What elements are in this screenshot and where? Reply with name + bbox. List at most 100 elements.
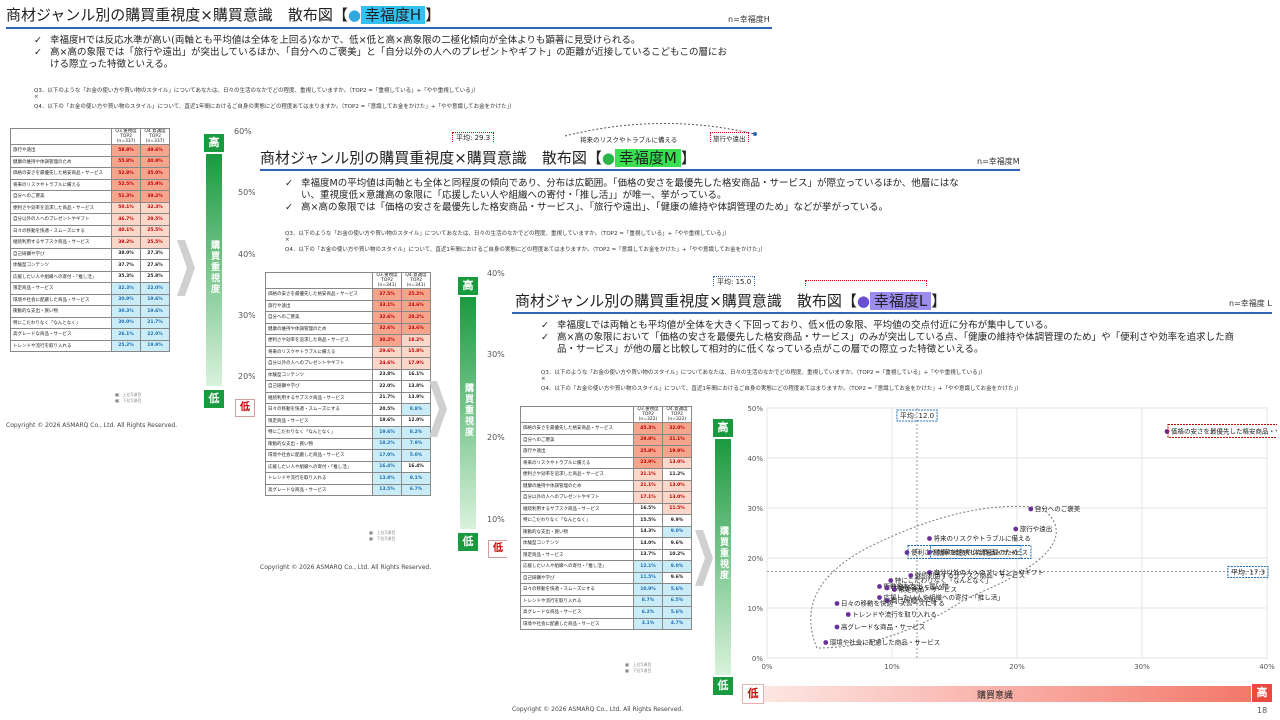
row-label: 応援したい人や組織への寄付・「推し活」 xyxy=(265,460,373,473)
importance-value: 51.3% xyxy=(111,190,141,203)
row-label: 環境や社会に配慮した商品・サービス xyxy=(10,293,112,306)
y-tick-label: 20% xyxy=(747,555,763,563)
q4-text: Q4．以下の「お金の使い方や買い物のスタイル」について、直近1年間におけるご自身… xyxy=(34,104,515,110)
row-label: 体験型コンテンツ xyxy=(520,537,634,550)
awareness-value: 11.2% xyxy=(662,468,692,481)
table-row: 日々の移動を快適・スムーズにする 20.5% 8.8% xyxy=(265,403,431,416)
data-label: 日々の移動を快適・スムーズにする xyxy=(841,599,945,608)
high-badge: 高 xyxy=(713,419,733,437)
table-row: 体験型コンテンツ 23.8% 16.1% xyxy=(265,368,431,381)
data-point xyxy=(823,640,829,645)
table-legend: ■：上位5項目 ■：下位5項目 xyxy=(625,662,652,673)
importance-label: 購買重視度 xyxy=(463,383,473,438)
table-header-cell xyxy=(10,128,112,145)
table-row: 自分へのご褒美 51.3% 39.2% xyxy=(10,190,170,203)
awareness-value: 19.6% xyxy=(140,305,170,318)
importance-value: 17.0% xyxy=(372,449,402,462)
row-label: 衝動的な支出・買い物 xyxy=(265,437,373,450)
table-row: 限定商品・サービス 13.7% 10.2% xyxy=(520,548,692,561)
importance-value: 45.3% xyxy=(633,422,663,435)
gray-arrow xyxy=(429,381,447,437)
awareness-value: 13.0% xyxy=(662,491,692,504)
copyright: Copyright © 2026 ASMARQ Co., Ltd. All Ri… xyxy=(512,706,684,713)
slide-l: 商材ジャンル別の購買重視度×購買意識 散布図【●幸福度L】 n=幸福度 L 幸福… xyxy=(507,286,1280,720)
copyright: Copyright © 2026 ASMARQ Co., Ltd. All Ri… xyxy=(260,564,432,571)
importance-value: 16.4% xyxy=(372,460,402,473)
table-header-cell: Q4.意識度 TOP2 (n=322) xyxy=(662,406,692,423)
table-row: 高グレードな商品・サービス 6.2% 5.6% xyxy=(520,606,692,619)
awareness-value: 32.3% xyxy=(140,201,170,214)
awareness-value: 49.6% xyxy=(140,144,170,157)
importance-value: 14.0% xyxy=(633,537,663,550)
table-row: 衝動的な支出・買い物 18.2% 7.9% xyxy=(265,437,431,450)
row-label: 価格の安さを最優先した格安商品・サービス xyxy=(10,167,112,180)
table-row: 価格の安さを最優先した格安商品・サービス 52.8% 35.0% xyxy=(10,167,170,180)
table-row: 継続利用するサブスク商品・サービス 21.7% 13.9% xyxy=(265,391,431,404)
importance-value: 32.3% xyxy=(111,282,141,295)
x-tick-label: 20% xyxy=(1009,663,1025,670)
table-header-cell: Q4.意識度 TOP2 (n=337) xyxy=(140,128,170,145)
table-row: 自己研鑽や学び 38.0% 27.3% xyxy=(10,247,170,260)
data-label: 環境や社会に配慮した商品・サービス xyxy=(830,638,941,647)
row-label: 高グレードな商品・サービス xyxy=(265,483,373,496)
scatter-chart: 50% 40% 30% 20% 10% 0%0% 10% 20% 30% 40% 平均: 12.0 平… xyxy=(747,405,1277,670)
row-label: 便利さや効率を追求した商品・サービス xyxy=(265,334,373,347)
y-average-label: 平均: 17.3 xyxy=(1231,568,1265,577)
importance-value: 32.6% xyxy=(372,311,402,324)
row-label: 価格の安さを最優先した格安商品・サービス xyxy=(265,288,373,301)
slide-l-table: Q3.重視度 TOP2 (n=322) Q4.意識度 TOP2 (n=322) 価格… xyxy=(520,406,692,630)
table-row: 自分以外の人へのプレゼントやギフト 24.6% 17.9% xyxy=(265,357,431,370)
importance-label: 購買重視度 xyxy=(209,240,219,295)
q4-text: Q4．以下の「お金の使い方や買い物のスタイル」について、直近1年間におけるご自身… xyxy=(285,247,766,253)
importance-value: 37.7% xyxy=(111,259,141,272)
row-label: 環境や社会に配慮した商品・サービス xyxy=(265,449,373,462)
data-label: 将来のリスクやトラブルに備える xyxy=(934,534,1031,543)
bullet-item: 高×高の象限において「価格の安さを最優先した格安商品・サービス」のみが突出してい… xyxy=(541,332,1246,356)
high-badge: 高 xyxy=(204,134,224,152)
awareness-value: 5.0% xyxy=(401,449,431,462)
row-label: 価格の安さを最優先した格安商品・サービス xyxy=(520,422,634,435)
peek-curve xyxy=(564,123,757,137)
y-tick: 40% xyxy=(487,269,505,278)
table-row: 応援したい人や組織への寄付・「推し活」 12.1% 9.0% xyxy=(520,560,692,573)
table-row: 継続利用するサブスク商品・サービス 16.5% 11.5% xyxy=(520,502,692,515)
table-row: 高グレードな商品・サービス 13.5% 6.7% xyxy=(265,483,431,496)
table-row: 便利さや効率を追求した商品・サービス 21.1% 11.2% xyxy=(520,468,692,481)
row-label: 将来のリスクやトラブルに備える xyxy=(520,456,634,469)
awareness-value: 25.2% xyxy=(401,288,431,301)
data-point xyxy=(904,550,910,555)
table-row: 健康の維持や体調管理のため 32.6% 24.6% xyxy=(265,322,431,335)
importance-value: 39.2% xyxy=(111,236,141,249)
data-point xyxy=(884,585,890,591)
table-row: 旅行や遠出 33.1% 24.6% xyxy=(265,299,431,312)
q3-text: Q3．以下のような「お金の使い方や買い物のスタイル」についてあなたは、日々の生活… xyxy=(541,370,986,376)
table-header-row: Q3.重視度 TOP2 (n=341) Q4.意識度 TOP2 (n=341) xyxy=(265,272,431,289)
title-highlight: 幸福度M xyxy=(614,149,681,167)
awareness-value: 15.8% xyxy=(401,345,431,358)
table-row: 限定商品・サービス 32.3% 22.0% xyxy=(10,282,170,295)
table-row: 自分以外の人へのプレゼントやギフト 17.1% 13.0% xyxy=(520,491,692,504)
title-highlight: 幸福度H xyxy=(360,6,426,24)
row-label: 自分以外の人へのプレゼントやギフト xyxy=(520,491,634,504)
table-row: 健康の維持や体調管理のため 55.8% 40.9% xyxy=(10,155,170,168)
awareness-value: 22.0% xyxy=(140,328,170,341)
awareness-value: 29.5% xyxy=(140,213,170,226)
importance-value: 10.9% xyxy=(633,583,663,596)
row-label: 自分へのご褒美 xyxy=(265,311,373,324)
row-label: 自己研鑽や学び xyxy=(265,380,373,393)
table-row: 自分以外の人へのプレゼントやギフト 46.7% 29.5% xyxy=(10,213,170,226)
importance-value: 20.5% xyxy=(372,403,402,416)
x-tick-label: 10% xyxy=(884,663,900,670)
table-row: 環境や社会に配慮した商品・サービス 17.0% 5.0% xyxy=(265,449,431,462)
x-mark: × xyxy=(34,94,39,100)
table-row: トレンドや流行を取り入れる 13.8% 9.1% xyxy=(265,472,431,485)
row-label: 継続利用するサブスク商品・サービス xyxy=(520,502,634,515)
row-label: 体験型コンテンツ xyxy=(265,368,373,381)
data-point xyxy=(834,601,840,606)
table-row: 旅行や遠出 25.8% 19.9% xyxy=(520,445,692,458)
table-row: 高グレードな商品・サービス 26.1% 22.0% xyxy=(10,328,170,341)
awareness-value: 9.6% xyxy=(662,571,692,584)
bullet-item: 幸福度Hでは反応水準が高い(両軸とも平均値は全体を上回る)なかで、低×低と高×高… xyxy=(34,35,734,47)
data-label: 高グレードな商品・サービス xyxy=(841,622,926,631)
table-row: 自己研鑽や学び 11.5% 9.6% xyxy=(520,571,692,584)
